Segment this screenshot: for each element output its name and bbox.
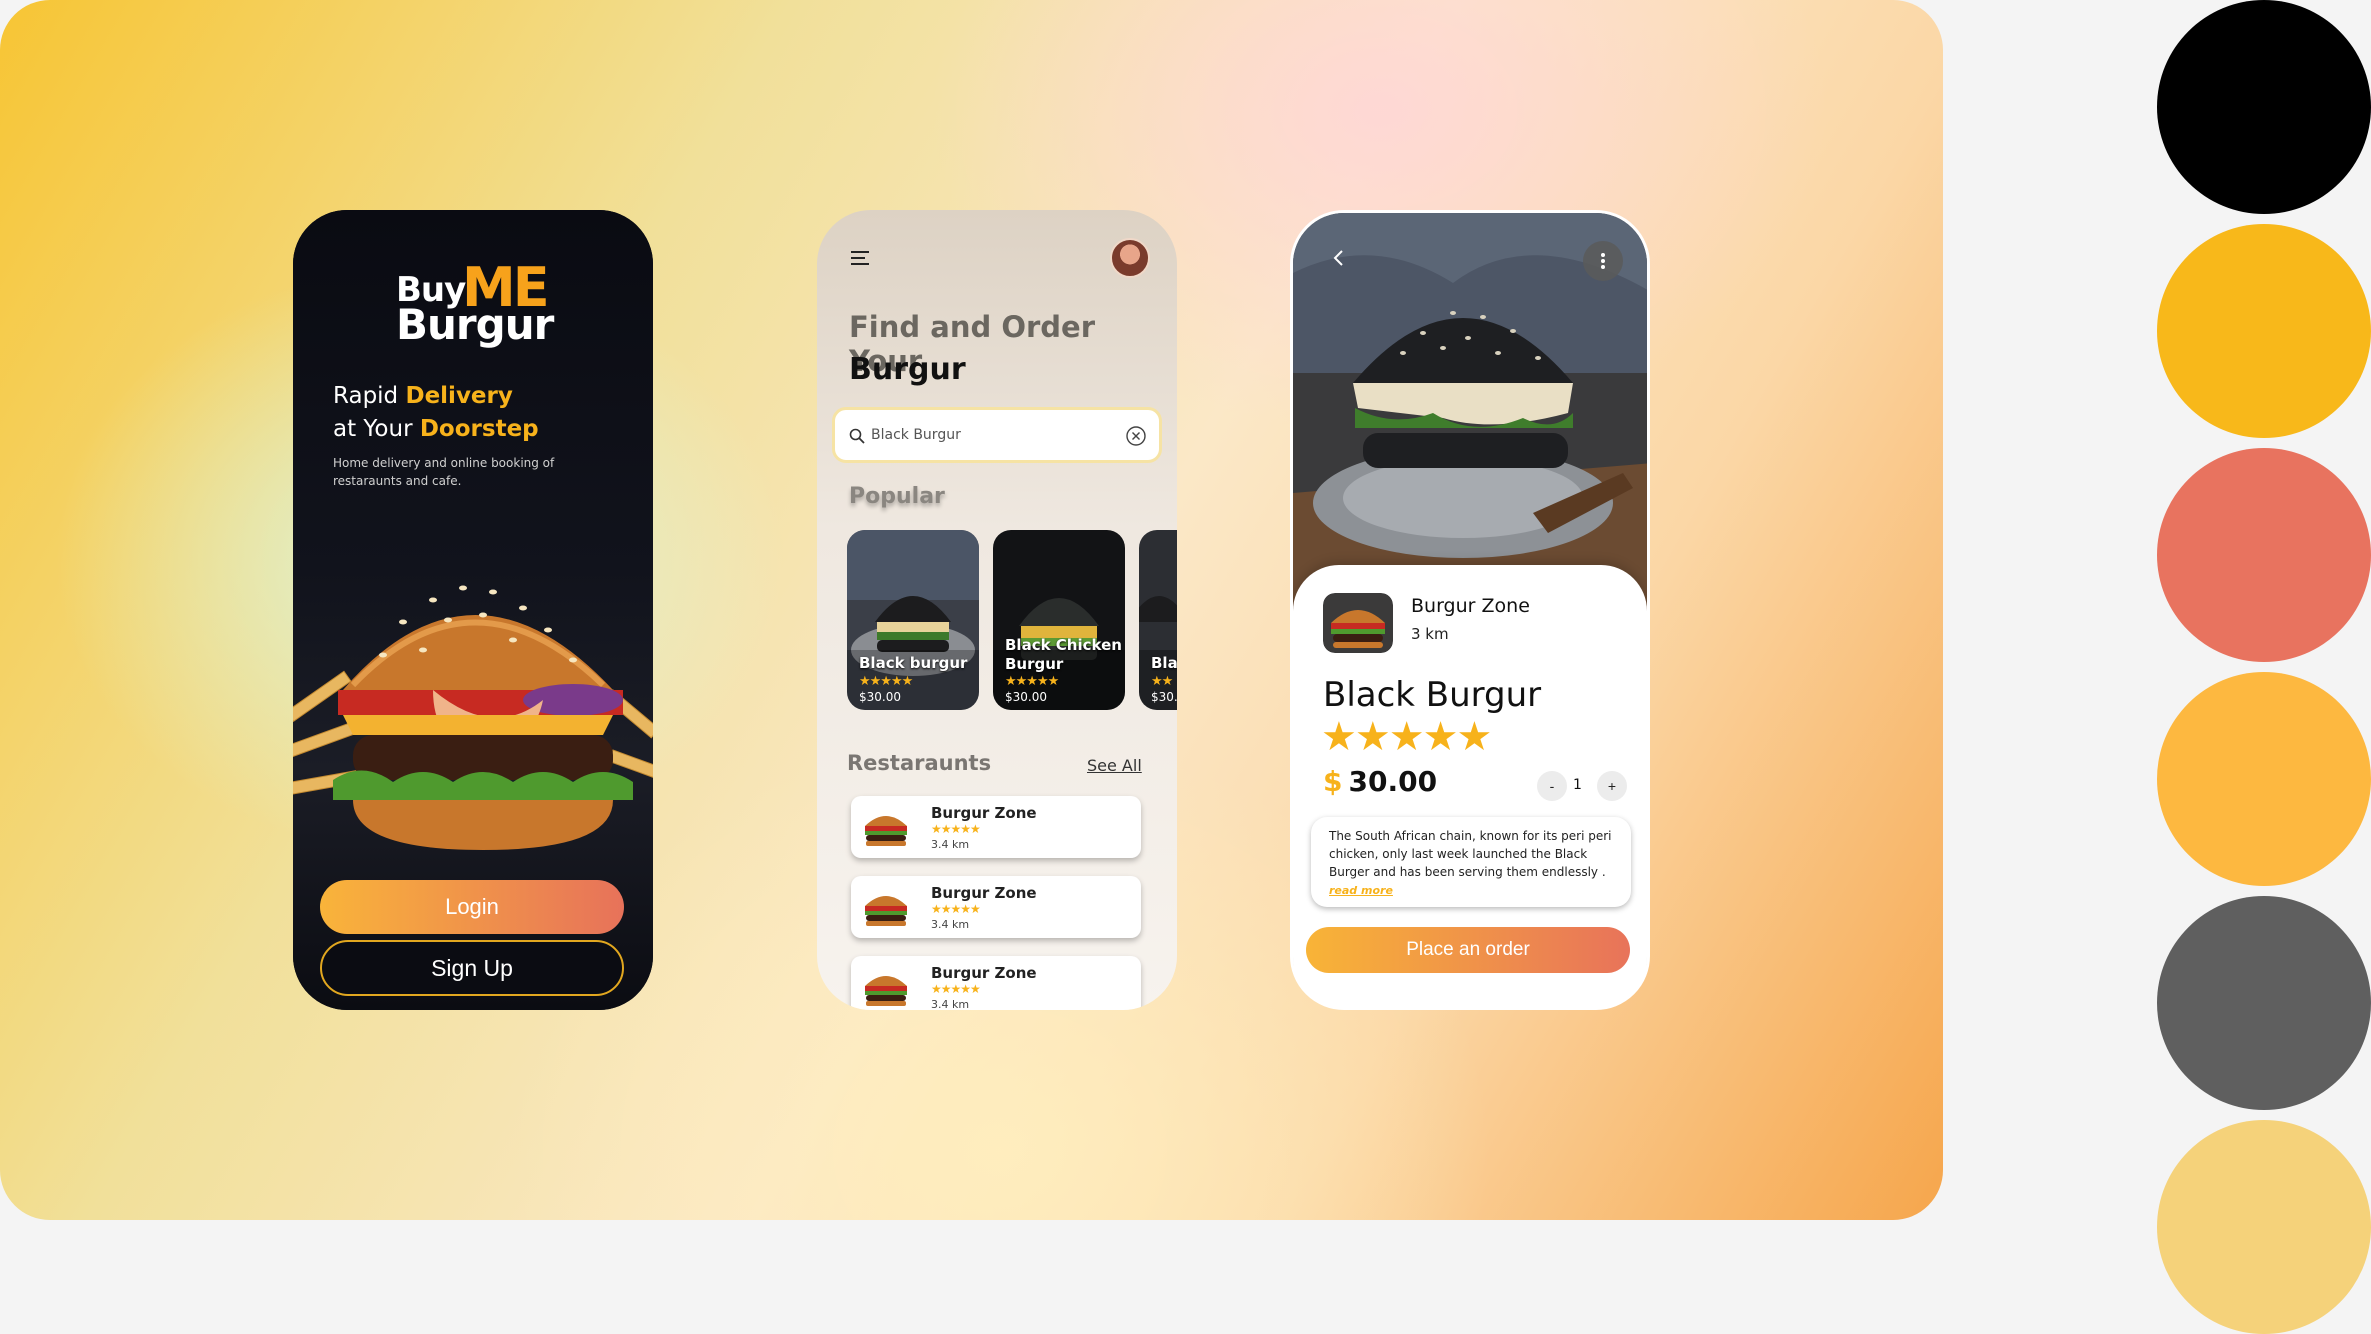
vertical-dots-icon bbox=[1601, 253, 1605, 269]
tagline-text: at Your bbox=[333, 416, 420, 442]
restaurant-rating: ★★★★★ bbox=[931, 822, 981, 836]
price-value: 30.00 bbox=[1348, 765, 1438, 798]
login-button[interactable]: Login bbox=[320, 880, 624, 934]
palette-swatch bbox=[2157, 672, 2371, 886]
section-title-restaurants: Restaraunts bbox=[847, 751, 992, 775]
restaurant-distance: 3 km bbox=[1411, 625, 1449, 643]
place-order-button[interactable]: Place an order bbox=[1306, 927, 1630, 973]
section-title-popular: Popular bbox=[849, 484, 945, 509]
burger-thumbnail bbox=[865, 976, 907, 1006]
quantity-value: 1 bbox=[1573, 777, 1582, 793]
detail-sheet: Burgur Zone 3 km Black Burgur ★★★★★ $30.… bbox=[1293, 565, 1647, 1007]
popular-card[interactable]: Black burgur ★★★★★ $30.00 bbox=[847, 530, 979, 710]
popular-item-rating: ★★★★★ bbox=[859, 674, 913, 689]
product-description: The South African chain, known for its p… bbox=[1311, 817, 1631, 907]
popular-card[interactable]: Blac ★★ $30. bbox=[1139, 530, 1177, 710]
popular-item-rating: ★★★★★ bbox=[1005, 674, 1059, 689]
currency-symbol: $ bbox=[1323, 765, 1343, 798]
search-bar bbox=[832, 407, 1162, 463]
popular-item-price: $30. bbox=[1151, 690, 1177, 704]
welcome-screen: Buy ME Burgur Rapid Delivery at Your Doo… bbox=[293, 210, 653, 1010]
popular-item-price: $30.00 bbox=[859, 690, 901, 704]
page-heading-emphasis: Burgur bbox=[849, 352, 966, 387]
popular-item-rating: ★★ bbox=[1151, 674, 1173, 689]
product-title: Black Burgur bbox=[1323, 675, 1542, 715]
palette-swatch bbox=[2157, 1120, 2371, 1334]
brand-logo: Buy ME Burgur bbox=[396, 256, 556, 349]
palette-swatch bbox=[2157, 224, 2371, 438]
restaurant-distance: 3.4 km bbox=[931, 998, 970, 1010]
burger-photo bbox=[293, 585, 653, 850]
popular-item-name: Black Chicken Burgur bbox=[1005, 636, 1122, 673]
product-rating-stars: ★★★★★ bbox=[1321, 714, 1492, 760]
search-input[interactable] bbox=[871, 422, 1111, 448]
tagline: Rapid Delivery at Your Doorstep bbox=[333, 380, 539, 446]
popular-item-name: Black burgur bbox=[859, 654, 968, 672]
restaurant-rating: ★★★★★ bbox=[931, 902, 981, 916]
restaurant-thumbnail bbox=[1323, 593, 1393, 653]
restaurant-row[interactable]: Burgur Zone ★★★★★ 3.4 km bbox=[851, 876, 1141, 938]
burger-thumbnail bbox=[865, 816, 907, 846]
presentation-board: Buy ME Burgur Rapid Delivery at Your Doo… bbox=[0, 0, 1943, 1220]
hamburger-menu-icon[interactable] bbox=[851, 250, 871, 266]
home-screen: Find and Order Your Burgur Popular bbox=[817, 210, 1177, 1010]
burger-thumbnail bbox=[865, 896, 907, 926]
search-icon bbox=[849, 428, 865, 444]
palette-swatch bbox=[2157, 896, 2371, 1110]
restaurant-name: Burgur Zone bbox=[931, 884, 1037, 902]
product-price: $30.00 bbox=[1323, 765, 1437, 798]
decrease-quantity-button[interactable]: - bbox=[1537, 771, 1567, 801]
logo-burgur: Burgur bbox=[396, 300, 554, 349]
restaurant-rating: ★★★★★ bbox=[931, 982, 981, 996]
restaurant-row[interactable]: Burgur Zone ★★★★★ 3.4 km bbox=[851, 796, 1141, 858]
increase-quantity-button[interactable]: + bbox=[1597, 771, 1627, 801]
palette-swatch bbox=[2157, 0, 2371, 214]
read-more-link[interactable]: read more bbox=[1329, 884, 1393, 897]
back-arrow-icon[interactable] bbox=[1329, 248, 1349, 268]
tagline-highlight: Delivery bbox=[405, 383, 513, 409]
popular-item-name: Blac bbox=[1151, 654, 1177, 672]
see-all-link[interactable]: See All bbox=[1087, 756, 1142, 775]
clear-icon[interactable] bbox=[1125, 425, 1147, 447]
palette-swatch bbox=[2157, 448, 2371, 662]
tagline-highlight: Doorstep bbox=[419, 416, 539, 442]
more-options-button[interactable] bbox=[1583, 241, 1623, 281]
restaurant-name: Burgur Zone bbox=[931, 964, 1037, 982]
restaurant-row[interactable]: Burgur Zone ★★★★★ 3.4 km bbox=[851, 956, 1141, 1010]
restaurant-name: Burgur Zone bbox=[1411, 595, 1530, 617]
restaurant-distance: 3.4 km bbox=[931, 838, 970, 851]
popular-item-price: $30.00 bbox=[1005, 690, 1047, 704]
description-text: The South African chain, known for its p… bbox=[1329, 829, 1612, 879]
subtitle: Home delivery and online booking of rest… bbox=[333, 456, 555, 488]
product-detail-screen: Burgur Zone 3 km Black Burgur ★★★★★ $30.… bbox=[1290, 210, 1650, 1010]
signup-button[interactable]: Sign Up bbox=[320, 940, 624, 996]
popular-card[interactable]: Black Chicken Burgur ★★★★★ $30.00 bbox=[993, 530, 1125, 710]
restaurant-name: Burgur Zone bbox=[931, 804, 1037, 822]
tagline-text: Rapid bbox=[333, 383, 406, 409]
user-avatar[interactable] bbox=[1110, 238, 1150, 278]
restaurant-distance: 3.4 km bbox=[931, 918, 970, 931]
